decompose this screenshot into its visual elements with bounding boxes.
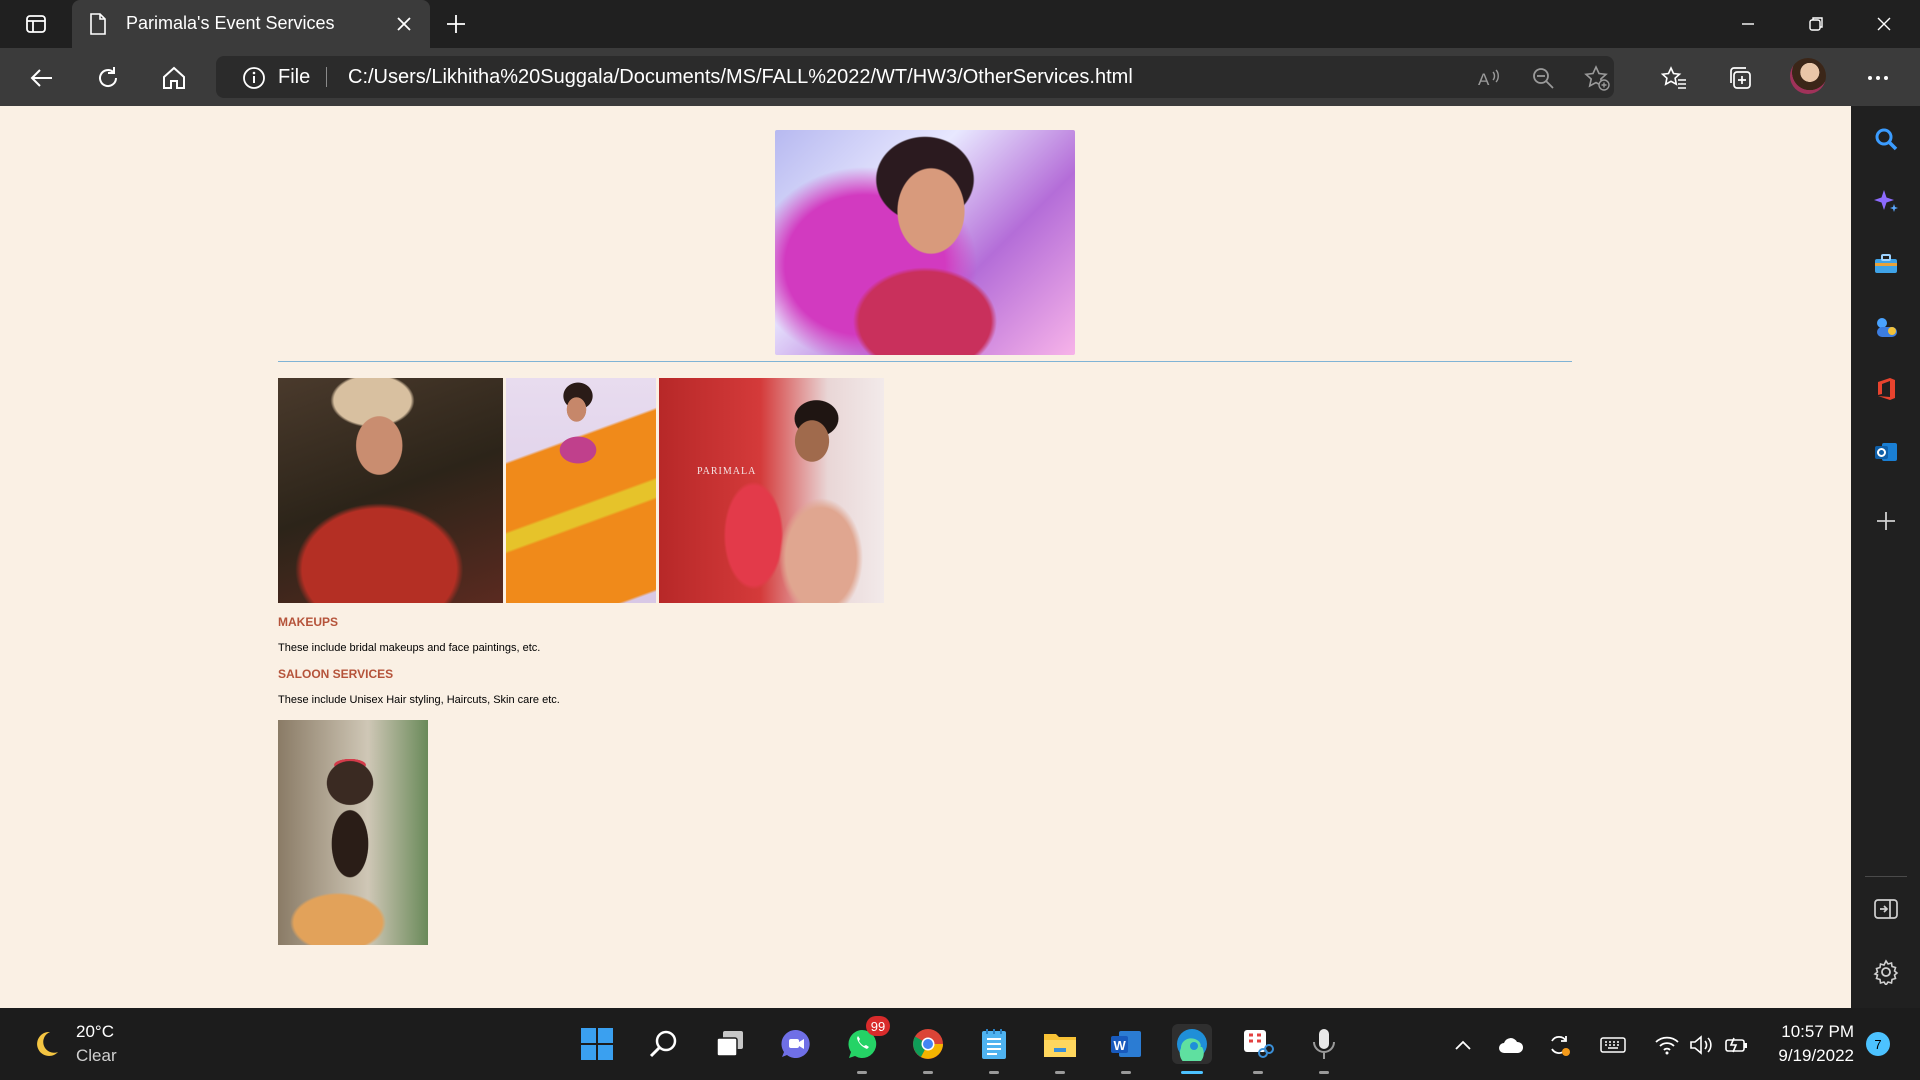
favorites-icon[interactable] xyxy=(1658,62,1690,94)
clock-time: 10:57 PM xyxy=(1781,1022,1854,1041)
whatsapp-unread-badge: 99 xyxy=(866,1016,890,1036)
browser-tab[interactable]: Parimala's Event Services xyxy=(72,0,430,48)
weather-condition: Clear xyxy=(76,1046,117,1065)
windows-taskbar: 20°C Clear 99 W 10:57 PM 9/19/2022 7 xyxy=(0,1008,1920,1080)
add-favorite-icon[interactable] xyxy=(1584,65,1610,91)
url-text[interactable]: C:/Users/Likhitha%20Suggala/Documents/MS… xyxy=(348,66,1133,89)
edge-browser-icon[interactable] xyxy=(1172,1024,1212,1074)
sidebar-divider xyxy=(1865,876,1907,877)
profile-avatar[interactable] xyxy=(1790,58,1826,94)
running-indicator xyxy=(1055,1071,1065,1074)
discover-sparkle-icon[interactable] xyxy=(1871,186,1901,216)
photo-watermark: PARIMALA xyxy=(697,466,757,477)
chrome-icon[interactable] xyxy=(908,1024,948,1074)
close-tab-icon[interactable] xyxy=(394,14,414,34)
saloon-services-description: These include Unisex Hair styling, Hairc… xyxy=(278,694,560,706)
hairstyle-photo xyxy=(278,720,428,945)
office-icon[interactable] xyxy=(1871,374,1901,404)
bridal-makeup-photo xyxy=(278,378,503,603)
address-scheme: File xyxy=(278,66,311,88)
teams-chat-icon[interactable] xyxy=(776,1024,816,1064)
svg-text:A: A xyxy=(1478,70,1490,89)
settings-gear-icon[interactable] xyxy=(1871,957,1901,987)
sync-update-icon[interactable] xyxy=(1546,1032,1572,1058)
minimize-icon[interactable] xyxy=(1728,10,1768,38)
makeups-heading: MAKEUPS xyxy=(278,615,339,629)
active-indicator xyxy=(1181,1071,1203,1074)
collections-icon[interactable] xyxy=(1724,62,1756,94)
new-tab-button[interactable] xyxy=(444,12,468,36)
taskbar-search-icon[interactable] xyxy=(644,1024,684,1064)
refresh-icon[interactable] xyxy=(92,62,124,94)
whatsapp-icon[interactable]: 99 xyxy=(842,1016,890,1074)
address-bar[interactable]: File C:/Users/Likhitha%20Suggala/Documen… xyxy=(216,56,1614,98)
notification-count-badge[interactable]: 7 xyxy=(1866,1032,1890,1056)
word-icon[interactable]: W xyxy=(1106,1024,1146,1074)
edge-sidebar xyxy=(1851,106,1920,1008)
start-windows-icon[interactable] xyxy=(577,1024,617,1064)
games-icon[interactable] xyxy=(1871,312,1901,342)
navigation-toolbar: File C:/Users/Likhitha%20Suggala/Documen… xyxy=(0,48,1920,106)
hero-bride-photo xyxy=(775,130,1075,355)
task-view-icon[interactable] xyxy=(710,1024,750,1064)
svg-text:W: W xyxy=(1114,1038,1127,1053)
title-bar: Parimala's Event Services xyxy=(0,0,1920,48)
tab-title: Parimala's Event Services xyxy=(126,13,335,33)
tab-actions-menu-icon[interactable] xyxy=(14,10,58,38)
add-sidebar-app-icon[interactable] xyxy=(1871,506,1901,536)
hide-sidebar-icon[interactable] xyxy=(1871,894,1901,924)
running-indicator xyxy=(1253,1071,1263,1074)
saree-makeup-photo xyxy=(506,378,656,603)
battery-charging-icon[interactable] xyxy=(1724,1032,1750,1058)
home-icon[interactable] xyxy=(158,62,190,94)
clock-date: 9/19/2022 xyxy=(1778,1046,1854,1065)
read-aloud-icon[interactable]: A xyxy=(1476,65,1502,91)
site-info-icon[interactable] xyxy=(242,66,266,95)
running-indicator xyxy=(989,1071,999,1074)
tools-briefcase-icon[interactable] xyxy=(1871,249,1901,279)
back-icon[interactable] xyxy=(26,62,58,94)
horizontal-rule xyxy=(278,361,1572,362)
web-page: PARIMALA MAKEUPS These include bridal ma… xyxy=(0,106,1851,1008)
weather-temperature: 20°C xyxy=(76,1022,114,1041)
makeups-description: These include bridal makeups and face pa… xyxy=(278,642,541,654)
snipping-tool-icon[interactable] xyxy=(1238,1024,1278,1074)
running-indicator xyxy=(1319,1071,1329,1074)
search-icon[interactable] xyxy=(1871,124,1901,154)
saloon-services-heading: SALOON SERVICES xyxy=(278,667,394,681)
system-clock[interactable]: 10:57 PM 9/19/2022 xyxy=(1758,1020,1854,1068)
restore-icon[interactable] xyxy=(1796,10,1836,38)
voice-recorder-icon[interactable] xyxy=(1304,1024,1344,1074)
outlook-icon[interactable] xyxy=(1871,437,1901,467)
running-indicator xyxy=(923,1071,933,1074)
volume-icon[interactable] xyxy=(1688,1032,1714,1058)
page-icon xyxy=(89,13,107,40)
running-indicator xyxy=(857,1071,867,1074)
more-options-icon[interactable] xyxy=(1862,62,1894,94)
wifi-icon[interactable] xyxy=(1654,1032,1680,1058)
notepad-icon[interactable] xyxy=(974,1024,1014,1074)
onedrive-cloud-icon[interactable] xyxy=(1498,1032,1524,1058)
zoom-out-icon[interactable] xyxy=(1530,65,1556,91)
mirror-makeup-photo xyxy=(659,378,884,603)
show-hidden-icons-chevron-icon[interactable] xyxy=(1450,1032,1476,1058)
moon-icon xyxy=(30,1028,62,1065)
address-separator xyxy=(326,67,327,87)
file-explorer-icon[interactable] xyxy=(1040,1024,1080,1074)
running-indicator xyxy=(1121,1071,1131,1074)
keyboard-icon[interactable] xyxy=(1600,1032,1626,1058)
close-window-icon[interactable] xyxy=(1864,10,1904,38)
